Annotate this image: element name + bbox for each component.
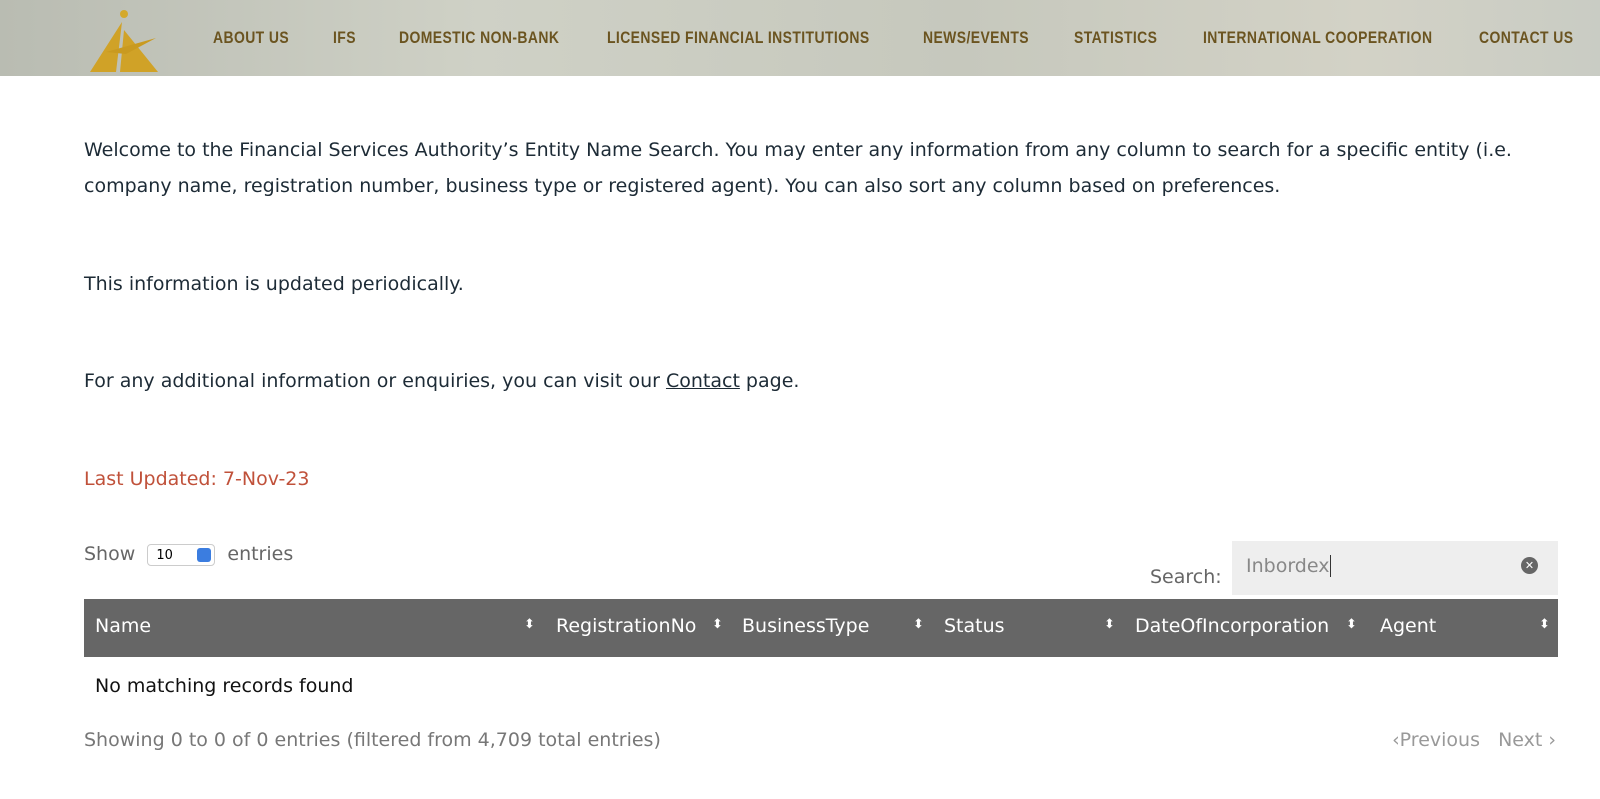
next-button[interactable]: Next <box>1498 729 1542 751</box>
nav-news-events[interactable]: NEWS/EVENTS <box>923 28 1029 48</box>
entries-value: 10 <box>156 547 173 563</box>
chevron-left-icon: ‹ <box>1392 729 1400 751</box>
column-name[interactable]: Name <box>95 615 151 637</box>
entries-label: entries <box>227 543 294 565</box>
search-input[interactable]: Inbordex ✕ <box>1232 541 1558 595</box>
entries-length-control: Show 10 entries <box>84 543 293 566</box>
search-label: Search: <box>1150 566 1222 588</box>
column-registration-no[interactable]: RegistrationNo <box>556 615 696 637</box>
column-business-type[interactable]: BusinessType <box>742 615 869 637</box>
contact-note: For any additional information or enquir… <box>84 363 1544 399</box>
entries-select[interactable]: 10 <box>147 543 216 566</box>
column-agent[interactable]: Agent <box>1380 615 1436 637</box>
fsa-logo[interactable] <box>86 8 162 72</box>
sort-icon[interactable]: ⬍ <box>524 617 535 632</box>
table-header: Name ⬍ RegistrationNo ⬍ BusinessType ⬍ Stat… <box>84 599 1558 657</box>
previous-button[interactable]: Previous <box>1400 729 1480 751</box>
sort-icon[interactable]: ⬍ <box>1539 617 1550 632</box>
last-updated: Last Updated: 7-Nov-23 <box>84 468 310 490</box>
column-status[interactable]: Status <box>944 615 1005 637</box>
contact-text-end: page. <box>739 370 800 392</box>
nav-ifs[interactable]: IFS <box>333 28 356 48</box>
intro-paragraph: Welcome to the Financial Services Author… <box>84 139 1512 197</box>
sort-icon[interactable]: ⬍ <box>712 617 723 632</box>
sort-icon[interactable]: ⬍ <box>913 617 924 632</box>
select-arrows-icon <box>197 547 212 562</box>
sort-icon[interactable]: ⬍ <box>1104 617 1115 632</box>
empty-table-message: No matching records found <box>95 675 354 697</box>
nav-licensed-financial-institutions[interactable]: LICENSED FINANCIAL INSTITUTIONS <box>607 28 870 48</box>
chevron-right-icon: › <box>1542 729 1556 751</box>
nav-domestic-non-bank[interactable]: DOMESTIC NON-BANK <box>399 28 559 48</box>
update-note: This information is updated periodically… <box>84 273 464 295</box>
nav-about-us[interactable]: ABOUT US <box>213 28 289 48</box>
nav-contact-us[interactable]: CONTACT US <box>1479 28 1573 48</box>
pagination: ‹Previous Next › <box>1392 729 1556 751</box>
clear-search-icon[interactable]: ✕ <box>1521 557 1538 574</box>
contact-text: For any additional information or enquir… <box>84 370 666 392</box>
sort-icon[interactable]: ⬍ <box>1346 617 1357 632</box>
nav-statistics[interactable]: STATISTICS <box>1074 28 1157 48</box>
show-label: Show <box>84 543 136 565</box>
contact-link[interactable]: Contact <box>666 370 740 392</box>
search-value: Inbordex <box>1246 555 1330 577</box>
header-banner: ABOUT US IFS DOMESTIC NON-BANK LICENSED … <box>0 0 1600 76</box>
nav-international-cooperation[interactable]: INTERNATIONAL COOPERATION <box>1203 28 1432 48</box>
table-info: Showing 0 to 0 of 0 entries (filtered fr… <box>84 729 661 751</box>
column-date-of-incorporation[interactable]: DateOfIncorporation <box>1135 615 1329 637</box>
